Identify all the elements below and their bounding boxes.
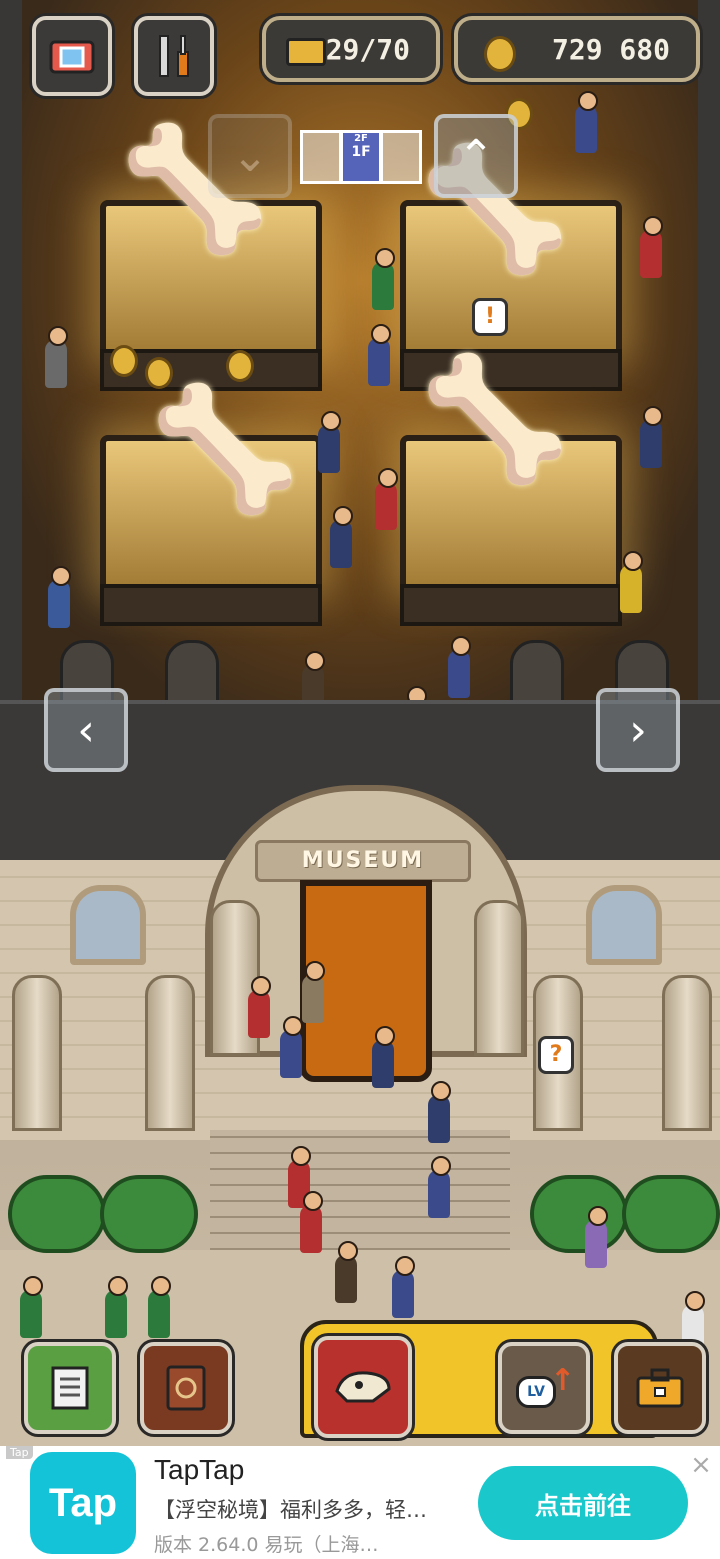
pillar	[662, 975, 712, 1131]
chevron-down-icon: ⌄	[231, 130, 269, 182]
chevron-right-icon: ›	[629, 704, 647, 756]
bush	[100, 1175, 198, 1253]
visitor[interactable]	[300, 1191, 323, 1253]
question-bubble[interactable]: ?	[538, 1036, 574, 1074]
scroll-left-button[interactable]: ‹	[44, 688, 128, 772]
memo-icon	[51, 1366, 89, 1410]
coin-icon[interactable]	[110, 345, 138, 377]
visitor[interactable]	[575, 91, 598, 153]
trex-skull-icon: 🦴	[420, 350, 570, 489]
ad-cta-button[interactable]: 点击前往	[478, 1466, 688, 1540]
pillar	[145, 975, 195, 1131]
bus-icon	[286, 38, 326, 66]
floor-down-button[interactable]: ⌄	[208, 114, 292, 198]
encyclopedia-button[interactable]	[140, 1342, 232, 1434]
visitor[interactable]	[392, 1256, 415, 1318]
camera-icon	[49, 40, 95, 74]
chevron-left-icon: ‹	[77, 704, 95, 756]
visitor[interactable]	[620, 551, 643, 613]
scroll-right-button[interactable]: ›	[596, 688, 680, 772]
bush	[622, 1175, 720, 1253]
floor-indicator: 2F 1F	[300, 126, 422, 184]
ad-subtitle: 【浮空秘境】福利多多，轻…	[154, 1498, 427, 1522]
coin-icon	[484, 36, 516, 72]
book-icon	[166, 1365, 206, 1411]
bush	[530, 1175, 628, 1253]
briefcase-icon	[636, 1368, 684, 1408]
floor-up-button[interactable]: ⌃	[434, 114, 518, 198]
visitor-counter: 29/70	[262, 16, 440, 82]
close-icon[interactable]: ×	[688, 1452, 714, 1478]
settings-tools-button[interactable]	[134, 16, 214, 96]
visitor[interactable]	[428, 1156, 451, 1218]
visitor-count: 29/70	[325, 32, 410, 66]
visitor[interactable]	[302, 961, 325, 1023]
visitor[interactable]	[585, 1206, 608, 1268]
visitor[interactable]	[45, 326, 68, 388]
visitor[interactable]	[372, 1026, 395, 1088]
bench	[510, 640, 564, 706]
fossil-dig-button[interactable]	[314, 1336, 412, 1438]
pedestal-base	[400, 584, 622, 626]
floor-slot	[380, 130, 422, 184]
coin-icon[interactable]	[145, 357, 173, 389]
coin-count: 729 680	[551, 32, 670, 66]
floor-slot-current: 2F 1F	[340, 130, 382, 184]
pillar	[12, 975, 62, 1131]
visitor[interactable]	[280, 1016, 303, 1078]
visitor[interactable]	[428, 1081, 451, 1143]
visitor[interactable]	[20, 1276, 43, 1338]
ad-title[interactable]: TapTap	[154, 1454, 244, 1486]
memo-button[interactable]	[24, 1342, 116, 1434]
level-up-button[interactable]: LV ↑	[498, 1342, 590, 1434]
upper-floor-label: 2F	[354, 133, 368, 144]
fossil-icon	[335, 1371, 391, 1403]
dinosaur-skeleton-icon: 🦴	[150, 380, 300, 519]
museum-sign: MUSEUM	[255, 840, 471, 882]
visitor[interactable]	[448, 636, 471, 698]
bush	[8, 1175, 106, 1253]
visitor[interactable]	[372, 248, 395, 310]
level-up-icon: LV ↑	[516, 1363, 576, 1410]
visitor[interactable]	[368, 324, 391, 386]
alert-bubble[interactable]: !	[472, 298, 508, 336]
window	[70, 885, 146, 965]
ad-tag: Tap	[6, 1446, 33, 1459]
visitor[interactable]	[318, 411, 341, 473]
coin-counter: 729 680	[454, 16, 700, 82]
visitor[interactable]	[105, 1276, 128, 1338]
visitor[interactable]	[375, 468, 398, 530]
pedestal-base	[100, 584, 322, 626]
pillar	[474, 900, 524, 1056]
chevron-up-icon: ⌃	[457, 130, 495, 182]
taptap-logo[interactable]: Tap	[30, 1452, 136, 1554]
visitor[interactable]	[148, 1276, 171, 1338]
ad-version: 版本 2.64.0 易玩（上海…	[154, 1534, 379, 1556]
visitor[interactable]	[248, 976, 271, 1038]
arrow-up-icon: ↑	[550, 1363, 576, 1398]
visitor[interactable]	[335, 1241, 358, 1303]
visitor[interactable]	[640, 406, 663, 468]
camera-button[interactable]	[32, 16, 112, 96]
window	[586, 885, 662, 965]
visitor[interactable]	[48, 566, 71, 628]
tools-icon	[159, 35, 189, 77]
bench	[165, 640, 219, 706]
visitor[interactable]	[640, 216, 663, 278]
shop-button[interactable]	[614, 1342, 706, 1434]
visitor[interactable]	[330, 506, 353, 568]
current-floor-label: 1F	[351, 144, 371, 160]
coin-icon[interactable]	[226, 350, 254, 382]
floor-slot	[300, 130, 342, 184]
